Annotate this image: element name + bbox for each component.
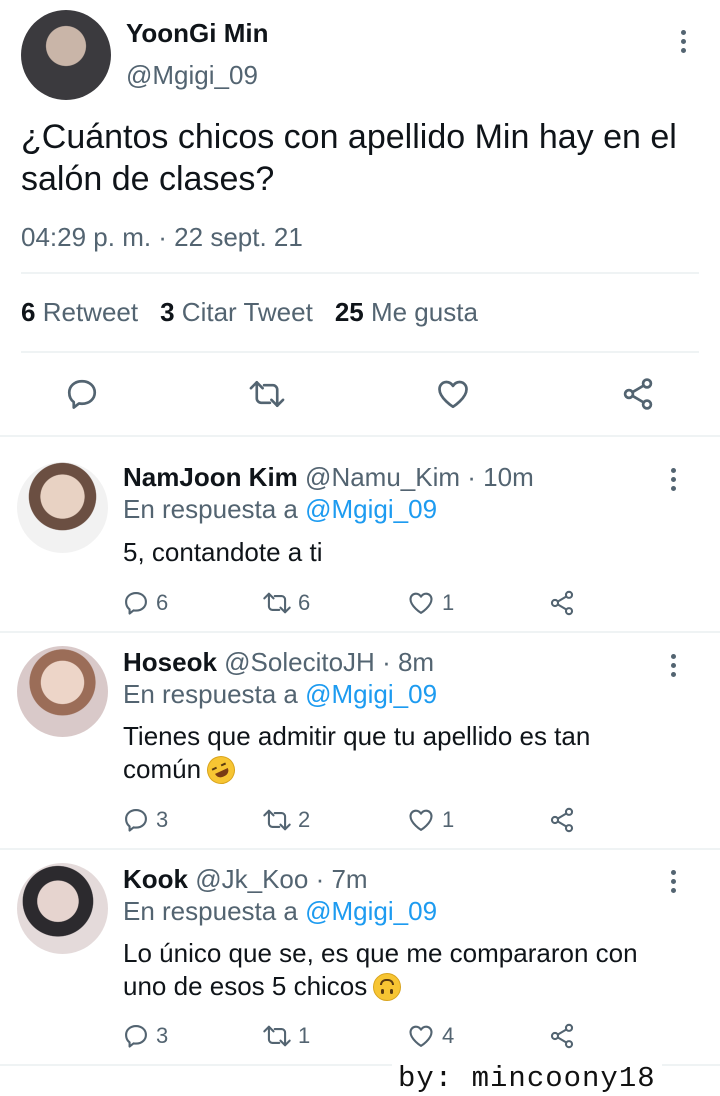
tweet-text: ¿Cuántos chicos con apellido Min hay en …	[21, 116, 677, 200]
retweets-count: 6	[21, 297, 36, 327]
author-handle[interactable]: @Mgigi_09	[126, 60, 258, 91]
reply-avatar[interactable]	[17, 863, 108, 954]
reply-author-name[interactable]: Kook	[123, 864, 188, 894]
tweet-timestamp[interactable]: 04:29 p. m. · 22 sept. 21	[21, 222, 303, 253]
reply-text-line: Lo único que se, es que me compararon co…	[123, 938, 638, 968]
reply-text-line: 5, contandote a ti	[123, 537, 323, 567]
reply-text-line-wrap: común	[123, 750, 590, 789]
like-count: 4	[442, 1023, 455, 1048]
tweet-text-line: salón de clases?	[21, 160, 275, 198]
reply-count: 3	[156, 807, 169, 832]
divider	[0, 631, 720, 633]
more-options-icon[interactable]	[680, 30, 686, 53]
divider	[0, 435, 720, 437]
rolling-laughing-emoji-icon	[202, 750, 240, 789]
quotes-count: 3	[160, 297, 175, 327]
reply-icon	[125, 809, 147, 832]
divider	[21, 272, 699, 274]
reply-text: 5, contandote a ti	[123, 536, 322, 569]
reply-to-mention[interactable]: @Mgigi_09	[305, 896, 437, 926]
reply-header: NamJoon Kim @Namu_Kim · 10m	[123, 462, 534, 493]
reply-time: · 8m	[382, 647, 435, 677]
reply-text-line: Tienes que admitir que tu apellido es ta…	[123, 721, 591, 751]
like-icon	[409, 1025, 433, 1047]
watermark-text: by: mincoony18	[392, 1062, 662, 1095]
more-options-icon[interactable]	[670, 870, 676, 893]
reply-action-like[interactable]: 1	[406, 806, 454, 834]
reply-author-name[interactable]: Hoseok	[123, 647, 217, 677]
more-options-icon[interactable]	[670, 468, 676, 491]
retweet-count: 2	[298, 807, 311, 832]
reply-count: 3	[156, 1023, 169, 1048]
reply-author-name[interactable]: NamJoon Kim	[123, 462, 298, 492]
reply-avatar[interactable]	[17, 646, 108, 737]
reply-text-line-wrap: uno de esos 5 chicos	[123, 970, 638, 1003]
like-count: 1	[442, 590, 455, 615]
reply-to-line: En respuesta a @Mgigi_09	[123, 896, 437, 927]
reply-to-label: En respuesta a	[123, 494, 298, 524]
retweet-icon[interactable]	[248, 376, 286, 412]
reply-action-retweet[interactable]: 1	[262, 1022, 310, 1050]
retweets-stat[interactable]: 6 Retweet	[21, 297, 138, 328]
retweet-count: 6	[298, 590, 311, 615]
retweets-label: Retweet	[42, 297, 139, 327]
share-icon[interactable]	[620, 376, 656, 412]
reply-to-line: En respuesta a @Mgigi_09	[123, 494, 437, 525]
reply-to-mention[interactable]: @Mgigi_09	[305, 494, 437, 524]
author-name[interactable]: YoonGi Min	[126, 18, 269, 49]
reply-count: 6	[156, 590, 169, 615]
more-options-icon[interactable]	[670, 654, 676, 677]
reply-text-line: uno de esos 5 chicos	[123, 971, 368, 1001]
divider	[0, 848, 720, 850]
quotes-stat[interactable]: 3 Citar Tweet	[160, 297, 313, 328]
reply-author-handle[interactable]: @Namu_Kim	[305, 462, 460, 492]
share-icon[interactable]	[548, 589, 576, 617]
reply-icon[interactable]	[64, 376, 100, 412]
reply-action-reply[interactable]: 6	[122, 589, 168, 617]
tweet-stats: 6 Retweet 3 Citar Tweet 25 Me gusta	[21, 297, 478, 328]
reply-icon	[125, 1025, 147, 1048]
reply-action-like[interactable]: 1	[406, 589, 454, 617]
reply-time: · 10m	[467, 462, 534, 492]
reply-text-line: común	[123, 754, 202, 784]
like-icon[interactable]	[434, 376, 472, 412]
reply-author-handle[interactable]: @Jk_Koo	[195, 864, 308, 894]
retweet-icon	[263, 592, 291, 614]
retweet-icon	[263, 1025, 291, 1047]
reply-to-mention[interactable]: @Mgigi_09	[305, 679, 437, 709]
reply-action-reply[interactable]: 3	[122, 1022, 168, 1050]
reply-to-label: En respuesta a	[123, 896, 298, 926]
likes-label: Me gusta	[370, 297, 478, 327]
reply-to-label: En respuesta a	[123, 679, 298, 709]
author-avatar[interactable]	[21, 10, 111, 100]
reply-header: Hoseok @SolecitoJH · 8m	[123, 647, 434, 678]
reply-text: Lo único que se, es que me compararon co…	[123, 937, 638, 1003]
reply-action-reply[interactable]: 3	[122, 806, 168, 834]
share-icon[interactable]	[548, 806, 576, 834]
retweet-count: 1	[298, 1023, 311, 1048]
share-icon[interactable]	[548, 1022, 576, 1050]
tweet-text-line: ¿Cuántos chicos con apellido Min hay en …	[21, 118, 677, 156]
likes-count: 25	[334, 297, 364, 327]
like-icon	[409, 809, 433, 831]
reply-author-handle[interactable]: @SolecitoJH	[224, 647, 375, 677]
reply-header: Kook @Jk_Koo · 7m	[123, 864, 368, 895]
reply-action-retweet[interactable]: 2	[262, 806, 310, 834]
reply-time: · 7m	[315, 864, 368, 894]
divider	[21, 351, 699, 353]
reply-icon	[125, 592, 147, 615]
reply-text: Tienes que admitir que tu apellido es ta…	[123, 720, 591, 789]
like-icon	[409, 592, 433, 614]
reply-action-like[interactable]: 4	[406, 1022, 454, 1050]
reply-to-line: En respuesta a @Mgigi_09	[123, 679, 437, 710]
likes-stat[interactable]: 25 Me gusta	[335, 297, 478, 328]
reply-action-retweet[interactable]: 6	[262, 589, 310, 617]
like-count: 1	[442, 807, 455, 832]
quotes-label: Citar Tweet	[181, 297, 313, 327]
retweet-icon	[263, 809, 291, 831]
upside-down-face-emoji-icon	[373, 972, 402, 1001]
reply-avatar[interactable]	[17, 462, 108, 553]
